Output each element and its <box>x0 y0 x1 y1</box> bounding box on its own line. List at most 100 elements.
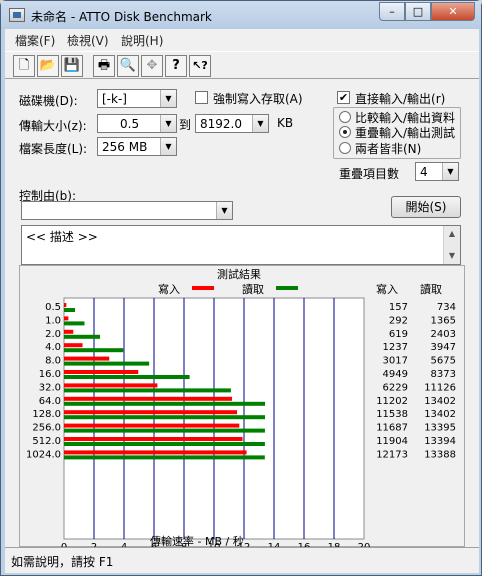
col-read-header: 讀取 <box>420 282 442 296</box>
help-icon[interactable]: ? <box>165 55 187 77</box>
new-icon[interactable]: 🗋 <box>13 55 35 77</box>
read-bar <box>64 388 231 393</box>
col-write-header: 寫入 <box>376 282 398 296</box>
read-value: 3947 <box>431 342 456 353</box>
category-label: 256.0 <box>32 423 61 434</box>
compare-io-radio[interactable] <box>339 111 351 123</box>
scroll-down-icon[interactable]: ▼ <box>444 248 460 264</box>
write-bar <box>64 396 233 401</box>
context-help-icon[interactable]: ↖? <box>189 55 211 77</box>
write-bar <box>64 383 158 388</box>
write-value: 11687 <box>376 423 408 434</box>
read-value: 5675 <box>431 356 456 367</box>
write-value: 12173 <box>376 449 408 460</box>
read-value: 8373 <box>431 369 456 380</box>
write-value: 11202 <box>376 396 408 407</box>
menu-bar: 檔案(F) 檢視(V) 說明(H) <box>5 29 479 49</box>
drive-select[interactable]: [-k-] ▼ <box>97 89 177 108</box>
description-textarea[interactable]: << 描述 >> ▲ ▼ <box>21 225 461 265</box>
read-bar <box>64 321 85 326</box>
read-value: 11126 <box>424 382 456 393</box>
write-value: 157 <box>389 302 408 313</box>
scroll-up-icon[interactable]: ▲ <box>444 226 460 242</box>
read-value: 13394 <box>424 436 456 447</box>
read-bar <box>64 308 76 312</box>
read-bar <box>64 401 266 406</box>
write-value: 3017 <box>383 356 408 367</box>
app-icon[interactable] <box>9 8 25 22</box>
write-bar <box>64 343 83 348</box>
read-bar <box>64 415 266 420</box>
file-length-select[interactable]: 256 MB ▼ <box>97 137 177 156</box>
write-value: 4949 <box>383 369 408 380</box>
write-bar <box>64 316 69 321</box>
title-bar[interactable]: 未命名 - ATTO Disk Benchmark – □ ✕ <box>1 1 481 29</box>
overlapped-io-label: 重疊輸入/輸出測試 <box>355 126 456 140</box>
transfer-from-select[interactable]: 0.5 ▼ <box>97 114 177 133</box>
neither-radio[interactable] <box>339 142 351 154</box>
queue-depth-label: 重疊項目數 <box>339 167 400 181</box>
read-value: 13402 <box>424 409 456 420</box>
category-label: 32.0 <box>39 382 61 393</box>
legend-read-label: 讀取 <box>242 282 264 296</box>
write-bar <box>64 450 247 455</box>
x-axis-label: 傳輸速率 - MB / 秒 <box>150 534 244 548</box>
kb-label: KB <box>277 116 294 130</box>
move-icon[interactable]: ✥ <box>141 55 163 77</box>
app-window: 未命名 - ATTO Disk Benchmark – □ ✕ 檔案(F) 檢視… <box>0 0 482 576</box>
description-text: << 描述 >> <box>26 230 98 244</box>
category-label: 1024.0 <box>26 449 61 460</box>
read-bar <box>64 334 101 339</box>
read-value: 13388 <box>424 449 456 460</box>
results-title: 測試結果 <box>217 267 261 281</box>
direct-io-checkbox[interactable]: ✔ <box>337 91 350 104</box>
print-icon[interactable]: 🖶 <box>93 55 115 77</box>
read-bar <box>64 375 190 379</box>
start-button[interactable]: 開始(S) <box>391 196 461 218</box>
category-label: 4.0 <box>45 342 61 353</box>
maximize-button[interactable]: □ <box>405 2 431 21</box>
menu-view[interactable]: 檢視(V) <box>67 32 109 49</box>
chevron-down-icon[interactable]: ▼ <box>160 90 176 107</box>
print-preview-icon[interactable]: 🔍 <box>117 55 139 77</box>
category-label: 512.0 <box>32 436 61 447</box>
results-chart: 測試結果 寫入 讀取 寫入 讀取 0.5 1.0 2.0 4.0 8.0 16.0 32.0… <box>26 267 456 553</box>
read-bar <box>64 361 150 366</box>
minimize-button[interactable]: – <box>379 2 405 21</box>
write-bar <box>64 423 240 428</box>
legend-write-label: 寫入 <box>158 282 180 296</box>
chevron-down-icon[interactable]: ▼ <box>252 115 268 132</box>
save-icon[interactable]: 💾 <box>61 55 83 77</box>
chevron-down-icon[interactable]: ▼ <box>442 163 458 180</box>
legend-write-swatch <box>192 286 214 290</box>
read-value: 2403 <box>431 329 456 340</box>
read-value: 734 <box>437 302 456 313</box>
category-label: 0.5 <box>45 302 61 313</box>
overlapped-io-radio[interactable] <box>339 126 351 138</box>
description-scrollbar[interactable]: ▲ ▼ <box>443 226 460 264</box>
open-icon[interactable]: 📂 <box>37 55 59 77</box>
menu-help[interactable]: 說明(H) <box>121 32 163 49</box>
chevron-down-icon[interactable]: ▼ <box>160 115 176 132</box>
client-area: 檔案(F) 檢視(V) 說明(H) 🗋 📂 💾 🖶 🔍 ✥ ? ↖? 磁碟機(D… <box>5 29 479 573</box>
neither-label: 兩者皆非(N) <box>355 142 422 156</box>
status-bar: 如需說明，請按 F1 <box>5 547 479 573</box>
write-bar <box>64 356 110 361</box>
menu-file[interactable]: 檔案(F) <box>15 32 55 49</box>
close-button[interactable]: ✕ <box>431 2 475 21</box>
queue-depth-select[interactable]: 4 ▼ <box>415 162 459 181</box>
controlled-by-select[interactable]: ▼ <box>21 201 233 220</box>
to-label: 到 <box>179 118 192 132</box>
chevron-down-icon[interactable]: ▼ <box>216 202 232 219</box>
category-label: 1.0 <box>45 315 61 326</box>
read-value: 1365 <box>431 315 456 326</box>
transfer-to-select[interactable]: 8192.0 ▼ <box>195 114 269 133</box>
force-write-checkbox[interactable] <box>195 91 208 104</box>
write-value: 292 <box>389 315 408 326</box>
force-write-label: 強制寫入存取(A) <box>213 92 303 106</box>
category-label: 2.0 <box>45 329 61 340</box>
chevron-down-icon[interactable]: ▼ <box>160 138 176 155</box>
transfer-size-label: 傳輸大小(z): <box>19 119 87 133</box>
write-value: 1237 <box>383 342 408 353</box>
legend-read-swatch <box>276 286 298 290</box>
